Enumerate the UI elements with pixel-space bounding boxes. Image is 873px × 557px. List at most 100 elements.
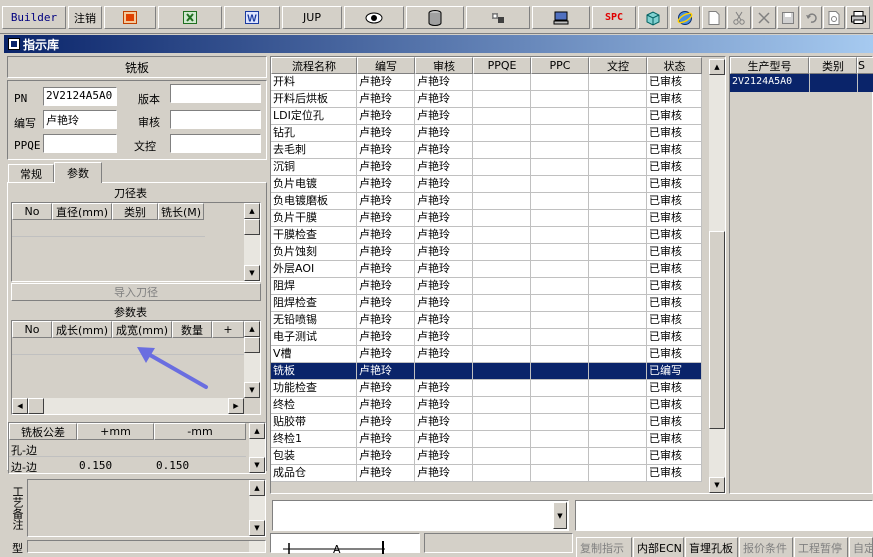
save-button[interactable] (777, 6, 799, 29)
tab-custom[interactable]: 自定 (849, 537, 873, 557)
table-row[interactable]: 负片干膜 卢艳玲 卢艳玲 已审核 (271, 210, 702, 227)
header-category[interactable]: 类别 (809, 57, 857, 74)
table-row[interactable]: 沉铜 卢艳玲 卢艳玲 已审核 (271, 159, 702, 176)
table-row[interactable]: 阻焊 卢艳玲 卢艳玲 已审核 (271, 278, 702, 295)
table-row[interactable]: 无铅喷锡 卢艳玲 卢艳玲 已审核 (271, 312, 702, 329)
param-header-qty[interactable]: 数量 (172, 321, 212, 338)
print-button[interactable] (846, 6, 870, 29)
tab-params[interactable]: 参数 (54, 162, 102, 183)
import-tool-button[interactable]: 导入刀径 (11, 283, 261, 301)
table-row[interactable]: 负片电镀 卢艳玲 卢艳玲 已审核 (271, 176, 702, 193)
table-row[interactable]: 干膜检查 卢艳玲 卢艳玲 已审核 (271, 227, 702, 244)
tab-internal-ecn[interactable]: 内部ECN (633, 537, 684, 557)
tool-header-no[interactable]: No (12, 203, 52, 220)
excel-button[interactable] (158, 6, 222, 29)
tool-header-length[interactable]: 铣长(M) (158, 203, 204, 220)
computer-button[interactable] (532, 6, 590, 29)
chevron-down-icon[interactable]: ▼ (553, 502, 567, 529)
tolerance-minus[interactable]: 0.150 (156, 459, 189, 472)
table-row[interactable]: V槽 卢艳玲 卢艳玲 已审核 (271, 346, 702, 363)
tolerance-scrollbar[interactable]: ▲ ▼ (249, 423, 265, 473)
param-header-width[interactable]: 成宽(mm) (112, 321, 172, 338)
tolerance-plus[interactable]: 0.150 (79, 459, 112, 472)
scroll-up-icon[interactable]: ▲ (244, 203, 260, 219)
scroll-right-icon[interactable]: ▶ (228, 398, 244, 414)
header-model-number[interactable]: 生产型号 (730, 57, 809, 74)
preview-button[interactable] (823, 6, 845, 29)
scroll-thumb[interactable] (28, 398, 44, 414)
scroll-thumb[interactable] (244, 337, 260, 353)
table-row[interactable]: 包装 卢艳玲 卢艳玲 已审核 (271, 448, 702, 465)
scroll-down-icon[interactable]: ▼ (244, 265, 260, 281)
scroll-up-icon[interactable]: ▲ (249, 423, 265, 439)
param-header-add[interactable]: + (212, 321, 244, 338)
type-scrollbar[interactable] (249, 541, 265, 552)
tab-copy-instruction[interactable]: 复制指示 (576, 537, 632, 557)
scroll-thumb[interactable] (709, 231, 725, 429)
word-button[interactable]: W (224, 6, 280, 29)
database-button[interactable] (406, 6, 464, 29)
param-header-no[interactable]: No (12, 321, 52, 338)
scroll-down-icon[interactable]: ▼ (249, 520, 265, 536)
header-doc-control[interactable]: 文控 (589, 57, 647, 74)
table-row[interactable]: 阻焊检查 卢艳玲 卢艳玲 已审核 (271, 295, 702, 312)
header-author[interactable]: 编写 (357, 57, 415, 74)
table-row[interactable]: 成品仓 卢艳玲 卢艳玲 已审核 (271, 465, 702, 482)
param-header-length[interactable]: 成长(mm) (52, 321, 112, 338)
bottom-combo[interactable]: ▼ (272, 500, 569, 531)
tab-blind-buried-via[interactable]: 盲埋孔板 (685, 537, 738, 557)
tool-table-scrollbar[interactable]: ▲ ▼ (244, 203, 260, 281)
scroll-up-icon[interactable]: ▲ (244, 321, 260, 337)
scroll-up-icon[interactable]: ▲ (249, 480, 265, 496)
delete-button[interactable] (752, 6, 776, 29)
scroll-down-icon[interactable]: ▼ (244, 382, 260, 398)
table-row[interactable]: 终检1 卢艳玲 卢艳玲 已审核 (271, 431, 702, 448)
process-note-scrollbar[interactable]: ▲ ▼ (249, 480, 265, 536)
logout-button[interactable]: 注销 (68, 6, 102, 29)
review-field[interactable] (170, 110, 261, 129)
process-grid-scrollbar[interactable]: ▲ ▼ (709, 59, 725, 493)
doc-control-field[interactable] (170, 134, 261, 153)
table-row[interactable]: 电子测试 卢艳玲 卢艳玲 已审核 (271, 329, 702, 346)
new-button[interactable] (702, 6, 726, 29)
tab-engineering-pause[interactable]: 工程暂停 (794, 537, 848, 557)
table-row[interactable]: 去毛刺 卢艳玲 卢艳玲 已审核 (271, 142, 702, 159)
header-review[interactable]: 审核 (415, 57, 473, 74)
scroll-left-icon[interactable]: ◀ (12, 398, 28, 414)
table-row[interactable]: 贴胶带 卢艳玲 卢艳玲 已审核 (271, 414, 702, 431)
process-note-field[interactable]: ▲ ▼ (27, 479, 266, 537)
header-ppc[interactable]: PPC (531, 57, 589, 74)
tab-quote-conditions[interactable]: 报价条件 (739, 537, 793, 557)
tool-header-type[interactable]: 类别 (112, 203, 158, 220)
param-table-hscroll[interactable]: ◀ ▶ (12, 398, 244, 414)
powerpoint-button[interactable] (104, 6, 156, 29)
type-field[interactable] (27, 540, 266, 553)
browser-button[interactable] (670, 6, 700, 29)
table-row[interactable]: 开料 卢艳玲 卢艳玲 已审核 (271, 74, 702, 91)
tools-button[interactable] (466, 6, 530, 29)
table-row[interactable]: 终检 卢艳玲 卢艳玲 已审核 (271, 397, 702, 414)
jup-button[interactable]: JUP (282, 6, 342, 29)
pn-field[interactable]: 2V2124A5A0 (43, 87, 117, 106)
builder-button[interactable]: Builder (2, 6, 66, 29)
table-row[interactable]: 功能检查 卢艳玲 卢艳玲 已审核 (271, 380, 702, 397)
header-s[interactable]: S (857, 57, 873, 74)
scroll-down-icon[interactable]: ▼ (709, 477, 725, 493)
scroll-thumb[interactable] (244, 219, 260, 235)
table-row[interactable]: 开料后烘板 卢艳玲 卢艳玲 已审核 (271, 91, 702, 108)
header-status[interactable]: 状态 (647, 57, 702, 74)
author-field[interactable]: 卢艳玲 (43, 110, 117, 129)
version-field[interactable] (170, 84, 261, 103)
header-process-name[interactable]: 流程名称 (271, 57, 357, 74)
ppqe-field[interactable] (43, 134, 117, 153)
table-row[interactable]: 钻孔 卢艳玲 卢艳玲 已审核 (271, 125, 702, 142)
table-row[interactable]: LDI定位孔 卢艳玲 卢艳玲 已审核 (271, 108, 702, 125)
tab-general[interactable]: 常规 (8, 164, 54, 183)
undo-button[interactable] (800, 6, 822, 29)
bottom-text-field[interactable] (575, 500, 873, 531)
cut-button[interactable] (727, 6, 751, 29)
table-row[interactable]: 2V2124A5A0 (730, 74, 873, 92)
view-button[interactable] (344, 6, 404, 29)
table-row[interactable]: 负片蚀刻 卢艳玲 卢艳玲 已审核 (271, 244, 702, 261)
tool-header-diameter[interactable]: 直径(mm) (52, 203, 112, 220)
